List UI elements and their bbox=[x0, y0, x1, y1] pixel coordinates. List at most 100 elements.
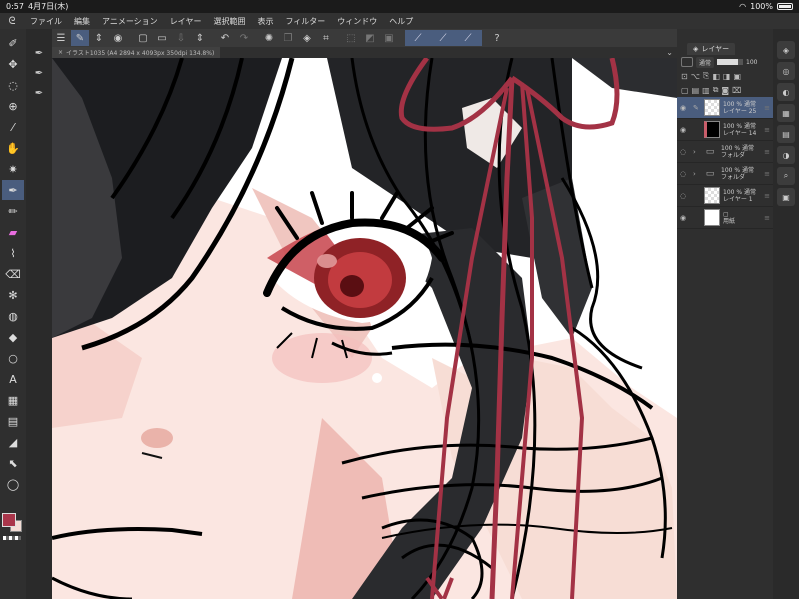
open-file-icon[interactable]: ▭ bbox=[153, 30, 171, 46]
hamburger-menu-icon[interactable]: ☰ bbox=[52, 30, 70, 46]
main-color-swatch[interactable] bbox=[2, 513, 16, 527]
opacity-value[interactable]: 100 bbox=[746, 59, 757, 66]
layer-row[interactable]: ◌ › ▭ 100 % 通常 フォルダ ≡ bbox=[677, 141, 773, 163]
stroke-correction-icon-3[interactable]: ⟋ bbox=[459, 30, 477, 46]
drag-handle-icon[interactable]: ≡ bbox=[764, 148, 770, 156]
menu-selection[interactable]: 選択範囲 bbox=[207, 16, 251, 27]
move-icon[interactable]: ✥ bbox=[2, 54, 24, 74]
chevron-down-icon[interactable]: ⌄ bbox=[666, 48, 677, 57]
layer-row[interactable]: ◉ ✎ 100 % 通常 レイヤー 25 ≡ bbox=[677, 97, 773, 119]
stroke-correction-icon[interactable]: ⟋ bbox=[409, 30, 427, 46]
tool-property-icon[interactable]: ▤ bbox=[777, 125, 795, 143]
eye-icon[interactable]: ◉ bbox=[680, 214, 690, 222]
material-icon[interactable]: ▦ bbox=[777, 104, 795, 122]
mask-add-icon[interactable]: ◙ bbox=[721, 86, 729, 95]
app-logo-icon[interactable]: ᘓ bbox=[0, 16, 24, 27]
drag-handle-icon[interactable]: ≡ bbox=[764, 214, 770, 222]
menu-layer[interactable]: レイヤー bbox=[164, 16, 208, 27]
eye-hidden-icon[interactable]: ◌ bbox=[680, 192, 690, 200]
stroke-correction-icon-2[interactable]: ⟋ bbox=[434, 30, 452, 46]
lasso-icon[interactable]: ◌ bbox=[2, 75, 24, 95]
new-raster-icon[interactable]: ▢ bbox=[681, 86, 689, 95]
menu-animation[interactable]: アニメーション bbox=[96, 16, 164, 27]
zoom-icon[interactable]: ⊕ bbox=[2, 96, 24, 116]
menu-view[interactable]: 表示 bbox=[251, 16, 279, 27]
sub-pen-icon[interactable]: ✒ bbox=[28, 43, 50, 63]
palette-color-icon[interactable]: ◨ bbox=[723, 72, 731, 81]
frame-icon[interactable]: ▦ bbox=[2, 390, 24, 410]
fill-bucket-icon[interactable]: ◍ bbox=[2, 306, 24, 326]
deselect-icon[interactable]: ▣ bbox=[380, 30, 398, 46]
merge-icon[interactable]: ⧉ bbox=[713, 85, 719, 95]
pen-small-icon[interactable]: ✐ bbox=[2, 33, 24, 53]
copy-icon[interactable]: ❐ bbox=[279, 30, 297, 46]
magic-wand-icon[interactable]: ✷ bbox=[2, 159, 24, 179]
brush-icon[interactable]: ▰ bbox=[2, 222, 24, 242]
balloon-icon[interactable]: ◯ bbox=[2, 474, 24, 494]
text-tool-icon[interactable]: A bbox=[2, 369, 24, 389]
menu-filter[interactable]: フィルター bbox=[279, 16, 331, 27]
layer-row[interactable]: ◌ 100 % 通常 レイヤー 1 ≡ bbox=[677, 185, 773, 207]
menu-file[interactable]: ファイル bbox=[24, 16, 68, 27]
gradient-tool-icon[interactable]: ▤ bbox=[2, 411, 24, 431]
redo-icon[interactable]: ↷ bbox=[235, 30, 253, 46]
drawing-canvas[interactable] bbox=[52, 58, 677, 599]
search-icon[interactable]: ⌕ bbox=[777, 167, 795, 185]
ruler-icon[interactable]: ◢ bbox=[2, 432, 24, 452]
fill-icon[interactable]: ◈ bbox=[298, 30, 316, 46]
clear-icon[interactable]: ✺ bbox=[260, 30, 278, 46]
close-icon[interactable]: × bbox=[58, 49, 63, 56]
eye-hidden-icon[interactable]: ◌ bbox=[680, 170, 690, 178]
layer-row[interactable]: ◉ ▢ 用紙 ≡ bbox=[677, 207, 773, 229]
drag-handle-icon[interactable]: ≡ bbox=[764, 126, 770, 134]
menu-edit[interactable]: 編集 bbox=[68, 16, 96, 27]
shape-icon[interactable]: ○ bbox=[2, 348, 24, 368]
chevron-updown-icon[interactable]: ⇕ bbox=[90, 30, 108, 46]
drag-handle-icon[interactable]: ≡ bbox=[764, 170, 770, 178]
drag-handle-icon[interactable]: ≡ bbox=[764, 104, 770, 112]
sub-view-icon[interactable]: ◐ bbox=[777, 83, 795, 101]
brush-settings-icon[interactable]: ✎ bbox=[71, 30, 89, 46]
blend-icon[interactable]: ✻ bbox=[2, 285, 24, 305]
sub-pen-icon-3[interactable]: ✒ bbox=[28, 83, 50, 103]
menu-window[interactable]: ウィンドウ bbox=[331, 16, 383, 27]
trash-icon[interactable]: ⌧ bbox=[732, 86, 741, 95]
layer-row[interactable]: ◌ › ▭ 100 % 通常 フォルダ ≡ bbox=[677, 163, 773, 185]
mask-icon[interactable]: ▣ bbox=[733, 72, 741, 81]
transform-icon[interactable]: ⌗ bbox=[317, 30, 335, 46]
lock-icon[interactable]: ⊡ bbox=[681, 72, 688, 81]
hand-icon[interactable]: ✋ bbox=[2, 138, 24, 158]
eye-settings-icon[interactable]: ◉ bbox=[109, 30, 127, 46]
help-icon[interactable]: ? bbox=[488, 30, 506, 46]
layer-panel-tab[interactable]: ◈ レイヤー bbox=[687, 43, 736, 55]
select-object-icon[interactable]: ⬉ bbox=[2, 453, 24, 473]
opacity-slider[interactable] bbox=[717, 59, 744, 65]
pen-tool-icon[interactable]: ✒ bbox=[2, 180, 24, 200]
history-icon[interactable]: ▣ bbox=[777, 188, 795, 206]
layer-mask-mini-icon[interactable] bbox=[681, 57, 693, 67]
chevron-right-icon[interactable]: › bbox=[693, 170, 699, 178]
reference-icon[interactable]: ⌥ bbox=[691, 72, 700, 81]
transparent-color-swatch[interactable] bbox=[3, 536, 21, 540]
airbrush-icon[interactable]: ⌇ bbox=[2, 243, 24, 263]
undo-icon[interactable]: ↶ bbox=[216, 30, 234, 46]
new-vector-icon[interactable]: ▤ bbox=[692, 86, 700, 95]
selection-edit-icon[interactable]: ⬚ bbox=[342, 30, 360, 46]
pencil-icon[interactable]: ✏ bbox=[2, 201, 24, 221]
gradient-icon[interactable]: ◩ bbox=[361, 30, 379, 46]
eyedropper-icon[interactable]: ⁄ bbox=[2, 117, 24, 137]
clip-icon[interactable]: ⎘ bbox=[703, 71, 709, 81]
paint-icon[interactable]: ◆ bbox=[2, 327, 24, 347]
navigator-icon[interactable]: ◎ bbox=[777, 62, 795, 80]
layer-row[interactable]: ◉ 100 % 通常 レイヤー 14 ≡ bbox=[677, 119, 773, 141]
eye-icon[interactable]: ◉ bbox=[680, 104, 690, 112]
chevron-right-icon[interactable]: › bbox=[693, 148, 699, 156]
eraser-icon[interactable]: ⌫ bbox=[2, 264, 24, 284]
eye-hidden-icon[interactable]: ◌ bbox=[680, 148, 690, 156]
chevron-updown-icon-2[interactable]: ⇕ bbox=[191, 30, 209, 46]
blend-mode-select[interactable]: 通常 bbox=[696, 56, 715, 68]
document-tab[interactable]: × イラスト1035 (A4 2894 x 4093px 350dpi 134.… bbox=[52, 47, 221, 58]
eye-icon[interactable]: ◉ bbox=[680, 126, 690, 134]
menu-help[interactable]: ヘルプ bbox=[383, 16, 419, 27]
drag-handle-icon[interactable]: ≡ bbox=[764, 192, 770, 200]
